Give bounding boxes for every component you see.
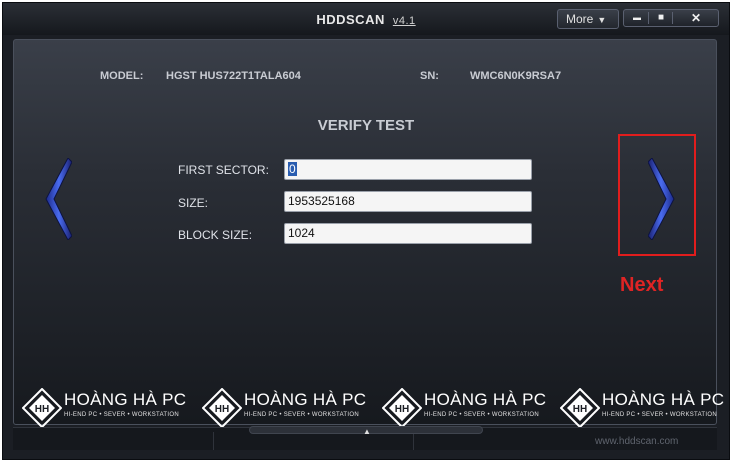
- first-sector-value: 0: [288, 162, 297, 176]
- next-annotation-label: Next: [620, 274, 664, 296]
- more-button[interactable]: More ▼: [557, 9, 619, 29]
- block-size-label: BLOCK SIZE:: [178, 228, 253, 242]
- website-url: www.hddscan.com: [595, 436, 679, 447]
- svg-text:HH: HH: [573, 404, 587, 415]
- more-label: More: [566, 12, 594, 26]
- watermark-tagline: HI-END PC • SEVER • WORKSTATION: [244, 412, 359, 418]
- diamond-logo-icon: HH: [21, 387, 63, 429]
- title-bar[interactable]: HDDSCAN v4.1 More ▼ ▬ ■ ✕: [3, 3, 729, 35]
- size-label: SIZE:: [178, 196, 209, 210]
- app-version-link[interactable]: v4.1: [393, 15, 416, 27]
- close-button[interactable]: ✕: [674, 10, 718, 26]
- sn-value: WMC6N0K9RSA7: [470, 70, 562, 82]
- watermark-name: HOÀNG HÀ PC: [244, 390, 367, 409]
- watermark-logo: HH HOÀNG HÀ PC HI-END PC • SEVER • WORKS…: [559, 387, 734, 432]
- diamond-logo-icon: HH: [559, 387, 601, 429]
- caret-down-icon: ▼: [597, 15, 607, 25]
- first-sector-label: FIRST SECTOR:: [178, 163, 269, 177]
- status-divider: [413, 432, 414, 450]
- minimize-button[interactable]: ▬: [626, 10, 648, 26]
- next-highlight-box: [618, 134, 696, 256]
- control-divider: [648, 12, 649, 24]
- app-title: HDDSCAN v4.1: [3, 12, 729, 27]
- caret-up-icon[interactable]: ▲: [363, 427, 371, 436]
- size-input[interactable]: 1953525168: [284, 191, 532, 212]
- svg-text:HH: HH: [395, 404, 409, 415]
- window-controls: ▬ ■ ✕: [623, 9, 719, 27]
- test-panel: MODEL: HGST HUS722T1TALA604 SN: WMC6N0K9…: [13, 39, 724, 429]
- diamond-logo-icon: HH: [381, 387, 423, 429]
- watermark-name: HOÀNG HÀ PC: [64, 390, 187, 409]
- status-divider: [213, 432, 214, 450]
- first-sector-input[interactable]: 0: [284, 159, 532, 180]
- sn-label: SN:: [420, 70, 439, 82]
- watermark-tagline: HI-END PC • SEVER • WORKSTATION: [424, 412, 539, 418]
- watermark-tagline: HI-END PC • SEVER • WORKSTATION: [602, 412, 717, 418]
- previous-arrow-icon[interactable]: [42, 158, 72, 240]
- watermark-name: HOÀNG HÀ PC: [424, 390, 547, 409]
- test-title: VERIFY TEST: [317, 117, 415, 134]
- maximize-button[interactable]: ■: [650, 10, 672, 26]
- svg-text:HH: HH: [215, 404, 229, 415]
- app-window: HDDSCAN v4.1 More ▼ ▬ ■ ✕ MODEL: HGST HUS7…: [2, 2, 730, 460]
- diamond-logo-icon: HH: [201, 387, 243, 429]
- watermark-logo: HH HOÀNG HÀ PC HI-END PC • SEVER • WORKS…: [21, 387, 198, 432]
- control-divider: [672, 12, 673, 24]
- svg-text:HH: HH: [35, 404, 49, 415]
- app-name: HDDSCAN: [316, 12, 385, 27]
- watermark-tagline: HI-END PC • SEVER • WORKSTATION: [64, 412, 179, 418]
- block-size-input[interactable]: 1024: [284, 223, 532, 244]
- status-bar: ▲ www.hddscan.com: [13, 426, 717, 450]
- model-value: HGST HUS722T1TALA604: [166, 70, 301, 82]
- model-label: MODEL:: [100, 70, 144, 82]
- watermark-name: HOÀNG HÀ PC: [602, 390, 725, 409]
